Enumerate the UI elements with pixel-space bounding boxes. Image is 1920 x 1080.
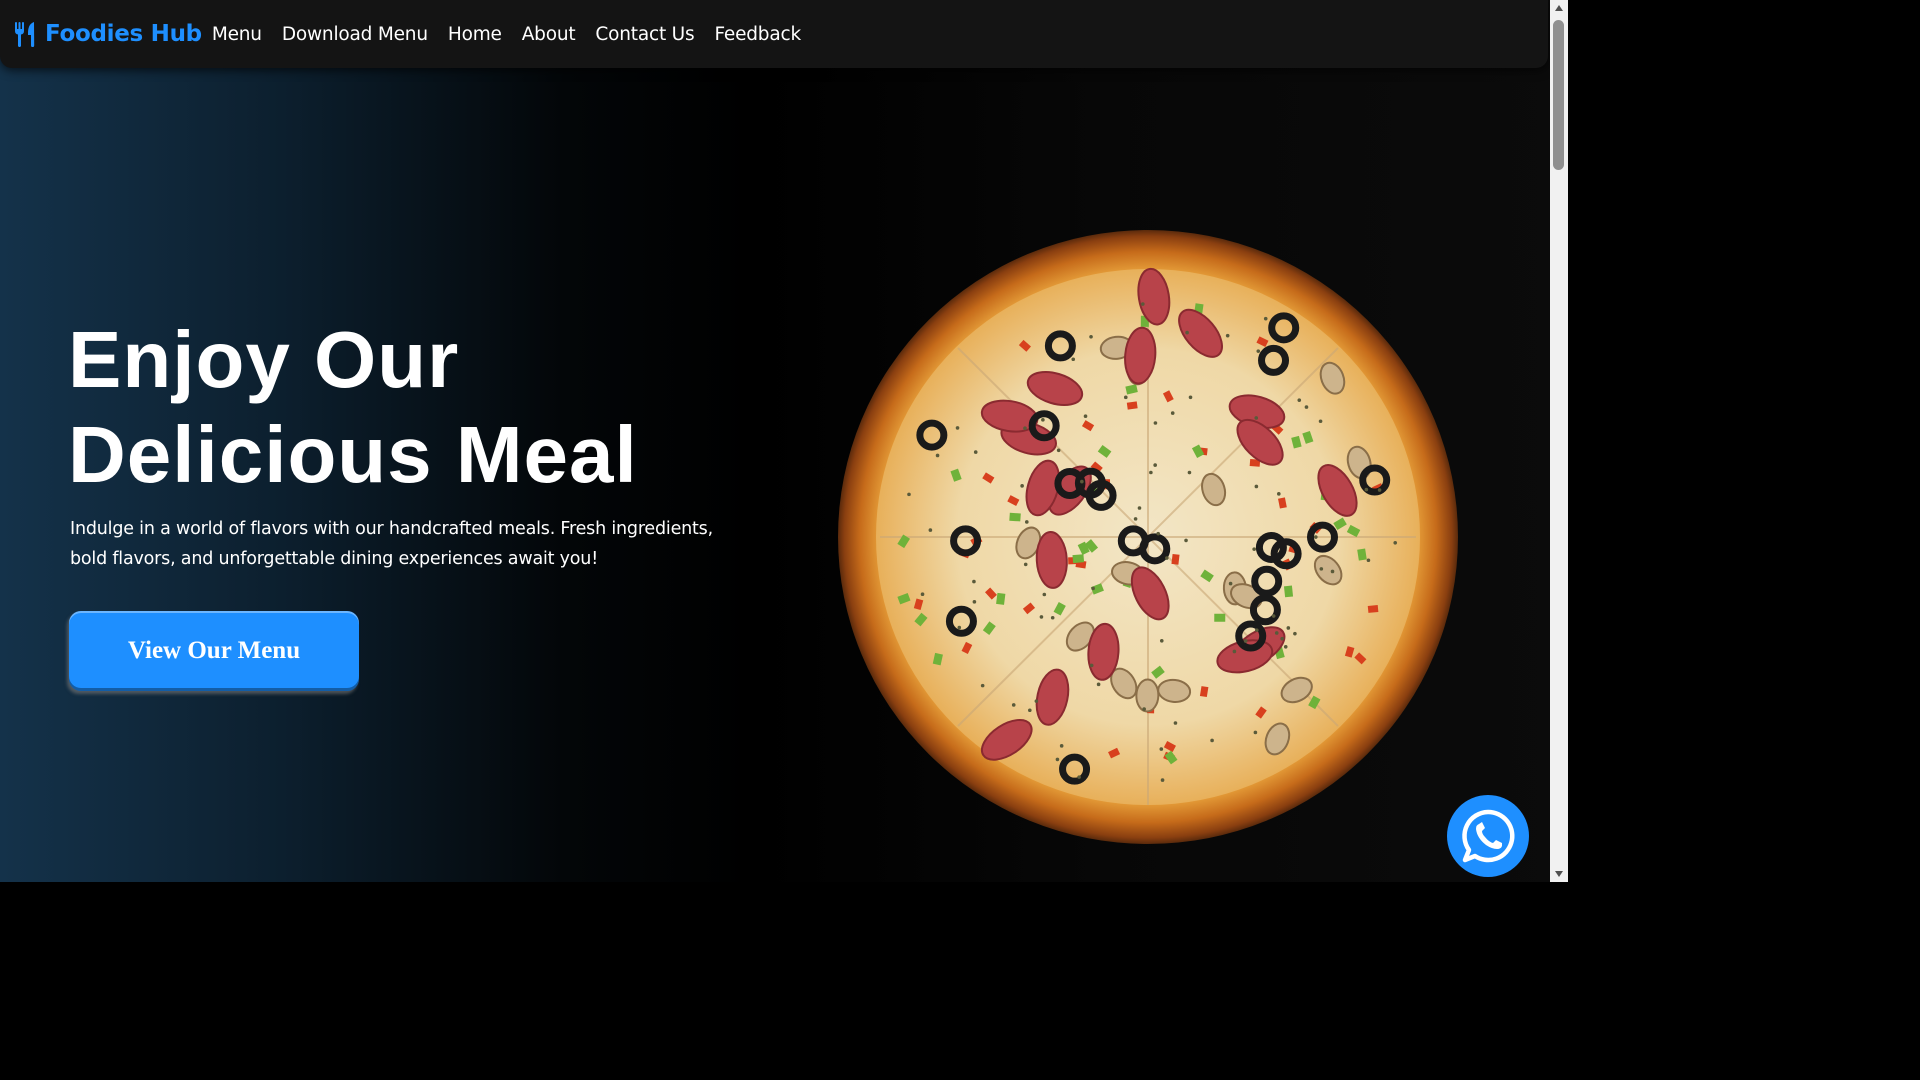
scroll-up-arrow-icon[interactable] <box>1550 0 1568 16</box>
nav-link-contact-us[interactable]: Contact Us <box>595 24 694 45</box>
scrollbar[interactable] <box>1550 0 1568 882</box>
scroll-down-arrow-icon[interactable] <box>1550 866 1568 882</box>
nav-link-about[interactable]: About <box>522 24 576 45</box>
pizza-image <box>838 230 1458 844</box>
hero-title: Enjoy Our Delicious Meal <box>68 312 768 502</box>
scroll-thumb[interactable] <box>1553 20 1564 170</box>
brand-name: Foodies Hub <box>45 21 202 47</box>
nav-link-menu[interactable]: Menu <box>212 24 262 45</box>
hero-title-line2: Delicious Meal <box>68 410 638 499</box>
nav-link-home[interactable]: Home <box>448 24 502 45</box>
nav-links: Menu Download Menu Home About Contact Us… <box>212 24 821 45</box>
view-menu-button[interactable]: View Our Menu <box>69 611 359 691</box>
whatsapp-button[interactable] <box>1447 795 1529 877</box>
nav-link-feedback[interactable]: Feedback <box>714 24 801 45</box>
navbar: Foodies Hub Menu Download Menu Home Abou… <box>0 0 1548 68</box>
page: Foodies Hub Menu Download Menu Home Abou… <box>0 0 1568 882</box>
nav-link-download-menu[interactable]: Download Menu <box>282 24 428 45</box>
brand-logo[interactable]: Foodies Hub <box>14 21 202 47</box>
hero-description: Indulge in a world of flavors with our h… <box>70 519 713 569</box>
whatsapp-icon <box>1462 809 1515 863</box>
hero-title-line1: Enjoy Our <box>68 315 460 404</box>
utensils-icon <box>15 22 35 47</box>
